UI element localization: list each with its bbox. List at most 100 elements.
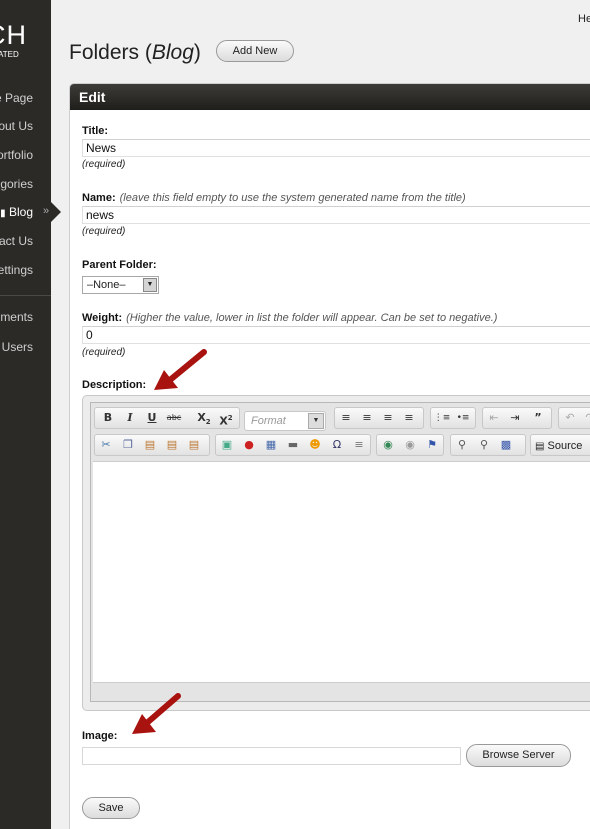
title-input[interactable] [82,139,590,157]
title-required-note: (required) [82,159,126,170]
image-label: Image: [82,730,118,742]
page-break-icon[interactable]: ≡ [350,437,368,453]
paste-text-icon[interactable]: ▤ [163,437,181,453]
outdent-icon[interactable]: ⇤ [485,410,503,426]
paste-icon[interactable]: ▤ [141,437,159,453]
title-label: Title: [82,125,109,137]
sidebar-item-portfolio[interactable]: ortfolio [0,148,33,162]
sidebar-item-home-page[interactable]: e Page [0,91,33,105]
link-icon[interactable]: ◉ [379,437,397,453]
text-style-group: B I U abc X2 X2 [94,407,240,429]
numbered-list-icon[interactable]: ⋮≡ [433,410,451,426]
annotation-arrow-icon [154,349,207,390]
sidebar-item-label: Blog [8,205,33,219]
double-chevron-right-icon: » [43,205,50,217]
redo-icon[interactable]: ↷ [581,410,590,426]
parent-folder-value: –None– [87,279,126,291]
sidebar-item-blog[interactable]: ▮ Blog [0,205,33,219]
editor-inner: B I U abc X2 X2 Format ▼ ≡ ≡ ≡ ≡ ⋮≡ •≡ ⇤… [90,402,590,702]
smiley-icon[interactable]: ☻ [306,437,324,453]
annotation-arrow-icon [132,693,181,734]
table-icon[interactable]: ▦ [262,437,280,453]
strikethrough-icon[interactable]: abc [165,410,183,426]
save-button[interactable]: Save [82,797,140,819]
find-icon[interactable]: ⚲ [453,437,471,453]
name-label: Name: (leave this field empty to use the … [82,192,466,204]
description-editor-area[interactable] [93,461,590,683]
indent-icon[interactable]: ⇥ [506,410,524,426]
add-new-button[interactable]: Add New [216,40,294,62]
indent-group: ⇤ ⇥ ” [482,407,552,429]
dropdown-arrow-icon: ▼ [308,413,324,429]
rich-text-editor: B I U abc X2 X2 Format ▼ ≡ ≡ ≡ ≡ ⋮≡ •≡ ⇤… [82,395,590,711]
name-label-text: Name: [82,192,116,204]
anchor-flag-icon[interactable]: ⚑ [423,437,441,453]
weight-input[interactable] [82,326,590,344]
sidebar-item-comments[interactable]: ments [0,310,33,324]
unlink-icon[interactable]: ◉ [401,437,419,453]
sidebar-divider [0,295,51,296]
replace-icon[interactable]: ⚲ [475,437,493,453]
page-icon: ▮ [0,208,6,219]
select-all-icon[interactable]: ▩ [497,437,515,453]
subscript-icon[interactable]: X2 [195,410,213,426]
sidebar-item-settings[interactable]: ettings [0,263,33,277]
title-folder-name: Blog [151,41,194,64]
italic-icon[interactable]: I [121,410,139,426]
superscript-icon[interactable]: X2 [217,410,235,428]
title-prefix: Folders ( [69,41,152,64]
special-char-icon[interactable]: Ω [328,437,346,453]
flash-icon[interactable]: ● [240,437,258,453]
logo-subtext: ICATED [0,50,19,59]
clipboard-group: ✂ ❐ ▤ ▤ ▤ [94,434,210,456]
horizontal-rule-icon[interactable]: ▬ [284,437,302,453]
image-icon[interactable]: ▣ [218,437,236,453]
title-suffix: ) [193,41,201,64]
greeting-text: He [578,13,590,25]
source-group: ▤ Source [530,434,590,456]
sidebar-item-users[interactable]: Users [2,340,33,354]
blockquote-icon[interactable]: ” [529,410,547,426]
toolbar-row-1: B I U abc X2 X2 Format ▼ ≡ ≡ ≡ ≡ ⋮≡ •≡ ⇤… [94,407,590,431]
page-title: Folders (Blog) [69,41,201,65]
undo-icon[interactable]: ↶ [561,410,579,426]
list-group: ⋮≡ •≡ [430,407,476,429]
name-hint: (leave this field empty to use the syste… [119,192,466,204]
image-path-input[interactable] [82,747,461,765]
name-required-note: (required) [82,226,126,237]
weight-label: Weight: (Higher the value, lower in list … [82,312,497,324]
active-item-pointer [50,201,61,223]
parent-folder-select[interactable]: –None– ▼ [82,276,159,294]
sidebar: CH ICATED e Page out Us ortfolio gories … [0,0,51,829]
link-group: ◉ ◉ ⚑ [376,434,444,456]
browse-server-button[interactable]: Browse Server [466,744,571,767]
format-select[interactable]: Format ▼ [244,411,326,431]
name-input[interactable] [82,206,590,224]
copy-icon[interactable]: ❐ [119,437,137,453]
align-right-icon[interactable]: ≡ [379,410,397,426]
weight-label-text: Weight: [82,312,123,324]
undo-group: ↶ ↷ [558,407,590,429]
format-placeholder: Format [251,415,286,427]
weight-hint: (Higher the value, lower in list the fol… [126,312,498,324]
weight-required-note: (required) [82,347,126,358]
align-justify-icon[interactable]: ≡ [400,410,418,426]
sidebar-item-about-us[interactable]: out Us [0,119,33,133]
sidebar-item-contact-us[interactable]: act Us [0,234,33,248]
source-icon: ▤ [535,441,545,452]
parent-folder-label: Parent Folder: [82,259,157,271]
tools-group: ⚲ ⚲ ▩ [450,434,526,456]
source-label: Source [547,440,583,452]
paste-word-icon[interactable]: ▤ [185,437,203,453]
align-center-icon[interactable]: ≡ [358,410,376,426]
source-button[interactable]: ▤ Source [535,437,590,455]
sidebar-item-categories[interactable]: gories [0,177,33,191]
align-left-icon[interactable]: ≡ [337,410,355,426]
description-label: Description: [82,379,147,391]
underline-icon[interactable]: U [143,410,161,426]
bold-icon[interactable]: B [99,410,117,426]
logo-text: CH [0,20,27,50]
bullet-list-icon[interactable]: •≡ [454,410,472,426]
cut-icon[interactable]: ✂ [97,437,115,453]
panel-title: Edit [70,84,590,110]
